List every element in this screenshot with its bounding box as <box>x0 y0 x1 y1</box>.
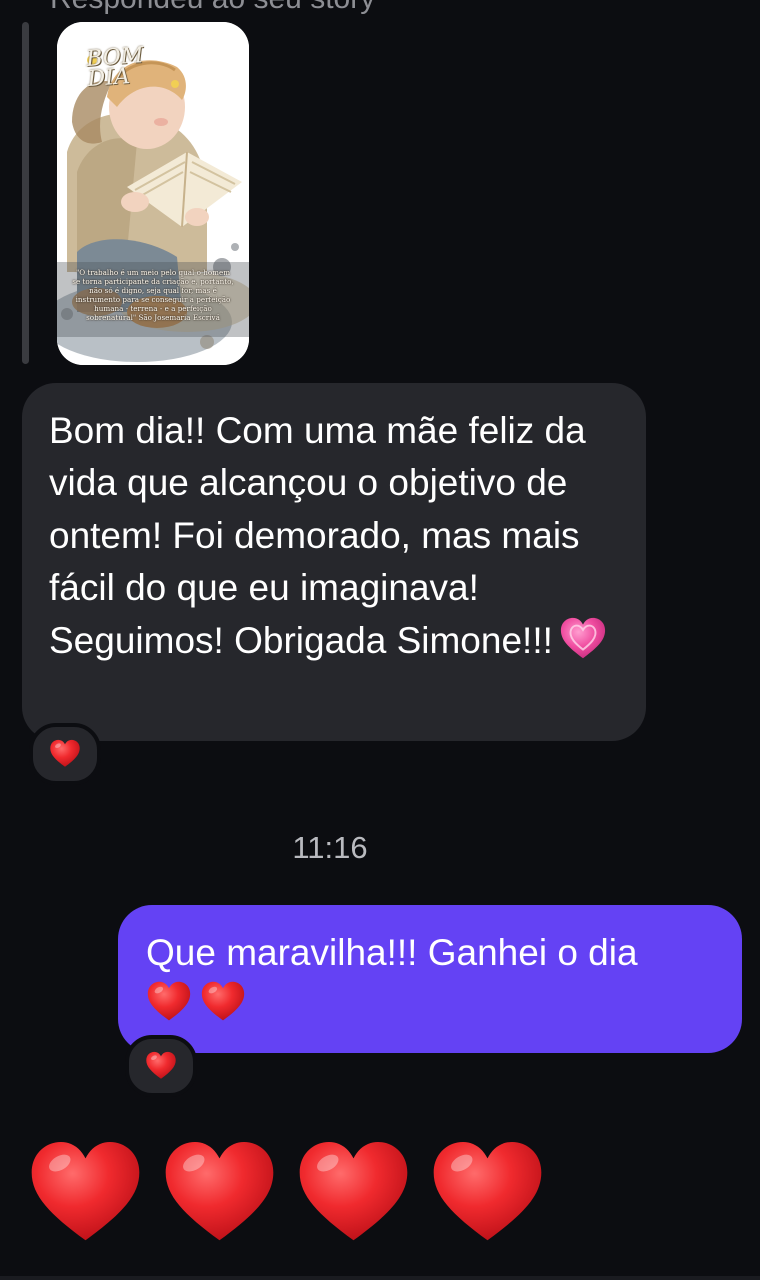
incoming-message-bubble[interactable]: Bom dia!! Com uma mãe feliz da vida que … <box>22 383 646 741</box>
pink-heart-icon <box>559 615 607 663</box>
reaction-badge[interactable] <box>29 723 101 785</box>
red-heart-icon <box>145 1050 177 1082</box>
story-title: BOM DIA <box>85 43 145 92</box>
reply-indicator-bar <box>22 22 29 364</box>
reply-header: Respondeu ao seu story <box>50 0 375 16</box>
outgoing-message-bubble[interactable]: Que maravilha!!! Ganhei o dia <box>118 905 742 1053</box>
inline-hearts <box>146 979 716 1025</box>
red-heart-icon <box>200 979 246 1025</box>
story-thumbnail[interactable]: BOM DIA "O trabalho é um meio pelo qual … <box>57 22 249 365</box>
red-heart-icon <box>27 1135 144 1252</box>
story-quote: "O trabalho é um meio pelo qual o homem … <box>72 268 234 322</box>
reaction-badge[interactable] <box>125 1035 197 1097</box>
incoming-message-text: Bom dia!! Com uma mãe feliz da vida que … <box>49 410 586 661</box>
red-heart-icon <box>161 1135 278 1252</box>
red-heart-icon <box>49 738 81 770</box>
red-heart-icon <box>295 1135 412 1252</box>
red-heart-icon <box>429 1135 546 1252</box>
outgoing-message-text: Que maravilha!!! Ganhei o dia <box>146 932 638 973</box>
message-timestamp: 11:16 <box>292 830 368 865</box>
message-text-container: Bom dia!! Com uma mãe feliz da vida que … <box>49 405 620 667</box>
red-heart-icon <box>146 979 192 1025</box>
bottom-divider <box>0 1276 760 1280</box>
large-hearts-message[interactable] <box>27 1135 546 1252</box>
